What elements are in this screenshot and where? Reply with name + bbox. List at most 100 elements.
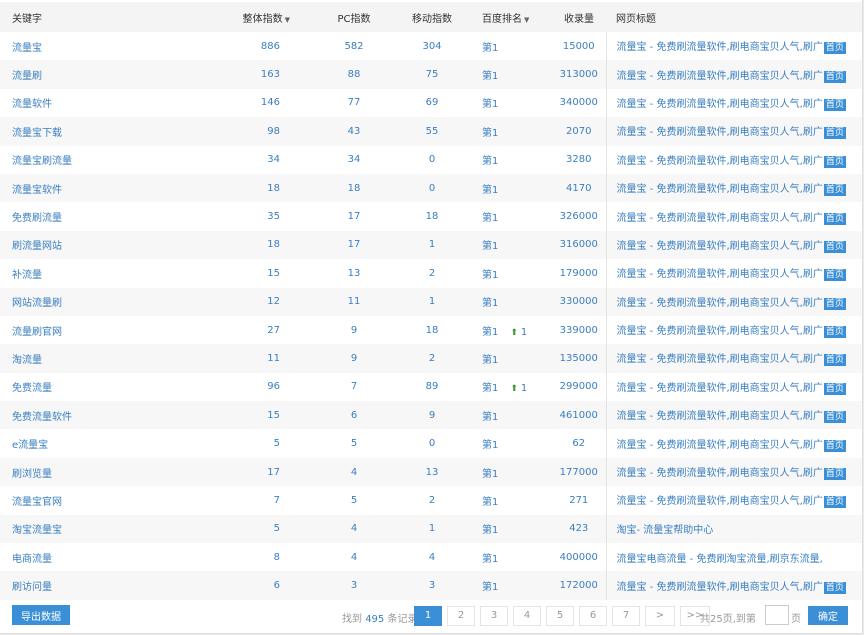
keyword-link[interactable]: 流量宝 — [0, 32, 200, 60]
baidu-rank: 第1 — [472, 146, 552, 174]
page-title-link[interactable]: 流量宝 - 免费刷流量软件,刷电商宝贝人气,刷广 首页 — [605, 315, 862, 345]
keyword-link-text[interactable]: 流量宝 — [12, 43, 42, 54]
sort-caret-icon[interactable]: ▼ — [524, 16, 529, 24]
page-title-link-text[interactable]: 流量宝 - 免费刷流量软件,刷电商宝贝人气,刷广 — [617, 71, 823, 82]
page-title-link[interactable]: 流量宝 - 免费刷流量软件,刷电商宝贝人气,刷广 首页 — [605, 287, 862, 316]
keyword-link[interactable]: 免费刷流量 — [0, 202, 200, 230]
keyword-link-text[interactable]: 网站流量刷 — [12, 298, 62, 309]
keyword-link-text[interactable]: 补流量 — [12, 270, 42, 281]
page-title-link[interactable]: 流量宝 - 免费刷流量软件,刷电商宝贝人气,刷广 首页 — [605, 259, 862, 288]
baidu-rank: 第1 — [472, 429, 552, 457]
sort-caret-icon[interactable]: ▼ — [285, 16, 290, 24]
keyword-link[interactable]: 流量宝软件 — [0, 173, 200, 203]
overall-index-text: 17 — [267, 466, 280, 478]
page-button-3[interactable]: 3 — [480, 606, 508, 626]
page-title-link-text[interactable]: 流量宝 - 免费刷流量软件,刷电商宝贝人气,刷广 — [617, 127, 823, 138]
page-title-link[interactable]: 流量宝 - 免费刷流量软件,刷电商宝贝人气,刷广 首页 — [605, 32, 862, 61]
keyword-link-text[interactable]: 刷流量网站 — [12, 241, 62, 252]
page-title-link[interactable]: 流量宝 - 免费刷流量软件,刷电商宝贝人气,刷广 首页 — [605, 401, 862, 430]
keyword-link-text[interactable]: 刷浏览量 — [12, 469, 52, 480]
keyword-link-text[interactable]: 流量刷官网 — [12, 327, 62, 338]
page-title-link-text[interactable]: 流量宝 - 免费刷流量软件,刷电商宝贝人气,刷广 — [617, 298, 823, 309]
keyword-link-text[interactable]: 淘宝流量宝 — [12, 525, 62, 536]
page-button-4[interactable]: 4 — [513, 606, 541, 626]
page-title-link-text[interactable]: 流量宝 - 免费刷流量软件,刷电商宝贝人气,刷广 — [617, 99, 823, 110]
page-title-link-text[interactable]: 流量宝 - 免费刷流量软件,刷电商宝贝人气,刷广 — [617, 326, 823, 337]
keyword-link[interactable]: 免费流量 — [0, 373, 200, 401]
keyword-link-text[interactable]: 流量宝软件 — [12, 185, 62, 196]
page-title-link[interactable]: 流量宝 - 免费刷流量软件,刷电商宝贝人气,刷广 首页 — [605, 429, 862, 458]
keyword-link[interactable]: 流量软件 — [0, 89, 200, 117]
page-title-link-text[interactable]: 流量宝 - 免费刷流量软件,刷电商宝贝人气,刷广 — [617, 582, 823, 593]
page-title-link-text[interactable]: 流量宝 - 免费刷流量软件,刷电商宝贝人气,刷广 — [617, 42, 823, 53]
keyword-link-text[interactable]: 流量刷 — [12, 71, 42, 82]
keyword-link-text[interactable]: 刷访问量 — [12, 582, 52, 593]
keyword-link[interactable]: 电商流量 — [0, 543, 200, 571]
keyword-link[interactable]: 刷浏览量 — [0, 457, 200, 487]
col-baidu-rank[interactable]: 百度排名 ▼ — [472, 2, 552, 32]
keyword-link[interactable]: 网站流量刷 — [0, 287, 200, 316]
keyword-link-text[interactable]: 淘流量 — [12, 355, 42, 366]
page-button-2[interactable]: 2 — [447, 606, 475, 626]
keyword-link-text[interactable]: 电商流量 — [12, 554, 52, 565]
page-title-link[interactable]: 流量宝 - 免费刷流量软件,刷电商宝贝人气,刷广 首页 — [605, 145, 862, 174]
page-button-7[interactable]: 7 — [612, 606, 640, 626]
page-title-link-text[interactable]: 流量宝 - 免费刷流量软件,刷电商宝贝人气,刷广 — [617, 496, 823, 507]
col-overall-index[interactable]: 整体指数 ▼ — [200, 2, 316, 32]
page-button-5[interactable]: 5 — [546, 606, 574, 626]
page-title-link-text[interactable]: 淘宝- 流量宝帮助中心 — [617, 525, 714, 536]
keyword-link[interactable]: 免费流量软件 — [0, 401, 200, 430]
page-title-link[interactable]: 流量宝 - 免费刷流量软件,刷电商宝贝人气,刷广 首页 — [605, 202, 862, 231]
page-title-link[interactable]: 流量宝 - 免费刷流量软件,刷电商宝贝人气,刷广 首页 — [605, 173, 862, 203]
confirm-button[interactable]: 确定 — [808, 606, 848, 625]
keyword-link-text[interactable]: 流量宝官网 — [12, 497, 62, 508]
page-title-link-text[interactable]: 流量宝 - 免费刷流量软件,刷电商宝贝人气,刷广 — [617, 468, 823, 479]
overall-index: 17 — [200, 457, 316, 487]
page-title-link-text[interactable]: 流量宝电商流量 - 免费刷淘宝流量,刷京东流量, — [617, 554, 823, 565]
keyword-link[interactable]: 补流量 — [0, 259, 200, 287]
keyword-link[interactable]: e流量宝 — [0, 429, 200, 457]
keyword-link[interactable]: 流量刷 — [0, 60, 200, 89]
next-page-button[interactable]: > — [645, 606, 675, 626]
page-title-link[interactable]: 流量宝 - 免费刷流量软件,刷电商宝贝人气,刷广 首页 — [605, 117, 862, 146]
page-title-link-text[interactable]: 流量宝 - 免费刷流量软件,刷电商宝贝人气,刷广 — [617, 184, 823, 195]
page-title-link[interactable]: 流量宝 - 免费刷流量软件,刷电商宝贝人气,刷广 首页 — [605, 372, 862, 402]
keyword-link[interactable]: 淘流量 — [0, 344, 200, 373]
keyword-link[interactable]: 刷流量网站 — [0, 230, 200, 260]
page-title-link-text[interactable]: 流量宝 - 免费刷流量软件,刷电商宝贝人气,刷广 — [617, 354, 823, 365]
export-data-button[interactable]: 导出数据 — [12, 605, 70, 625]
keyword-link-text[interactable]: 流量宝下载 — [12, 128, 62, 139]
page-title-link[interactable]: 流量宝 - 免费刷流量软件,刷电商宝贝人气,刷广 首页 — [605, 60, 862, 89]
keyword-link-text[interactable]: 流量宝刷流量 — [12, 156, 72, 167]
page-number-input[interactable] — [765, 605, 789, 625]
page-title-link-text[interactable]: 流量宝 - 免费刷流量软件,刷电商宝贝人气,刷广 — [617, 440, 823, 451]
keyword-link-text[interactable]: 流量软件 — [12, 99, 52, 110]
keyword-link-text[interactable]: 免费流量软件 — [12, 412, 72, 423]
page-title-link-text[interactable]: 流量宝 - 免费刷流量软件,刷电商宝贝人气,刷广 — [617, 241, 823, 252]
keyword-link[interactable]: 淘宝流量宝 — [0, 514, 200, 544]
page-title-link[interactable]: 流量宝 - 免费刷流量软件,刷电商宝贝人气,刷广 首页 — [605, 486, 862, 515]
page-title-link-text[interactable]: 流量宝 - 免费刷流量软件,刷电商宝贝人气,刷广 — [617, 383, 823, 394]
page-title-link[interactable]: 流量宝 - 免费刷流量软件,刷电商宝贝人气,刷广 首页 — [605, 344, 862, 373]
keyword-link[interactable]: 流量宝下载 — [0, 117, 200, 146]
page-title-link[interactable]: 流量宝 - 免费刷流量软件,刷电商宝贝人气,刷广 首页 — [605, 571, 862, 600]
page-title-link[interactable]: 淘宝- 流量宝帮助中心 — [605, 514, 862, 544]
page-title-link[interactable]: 流量宝 - 免费刷流量软件,刷电商宝贝人气,刷广 首页 — [605, 230, 862, 260]
page-title-link[interactable]: 流量宝 - 免费刷流量软件,刷电商宝贝人气,刷广 首页 — [605, 88, 862, 118]
keyword-link[interactable]: 流量刷官网 — [0, 316, 200, 344]
keyword-link-text[interactable]: 免费刷流量 — [12, 213, 62, 224]
page-title-link[interactable]: 流量宝电商流量 - 免费刷淘宝流量,刷京东流量, — [605, 543, 862, 572]
keyword-link[interactable]: 流量宝官网 — [0, 486, 200, 514]
keyword-link-text[interactable]: e流量宝 — [12, 440, 48, 451]
page-title-link[interactable]: 流量宝 - 免费刷流量软件,刷电商宝贝人气,刷广 首页 — [605, 457, 862, 487]
page-title-link-text[interactable]: 流量宝 - 免费刷流量软件,刷电商宝贝人气,刷广 — [617, 156, 823, 167]
page-button-6[interactable]: 6 — [579, 606, 607, 626]
page-button-1[interactable]: 1 — [414, 606, 442, 626]
page-title-link-text[interactable]: 流量宝 - 免费刷流量软件,刷电商宝贝人气,刷广 — [617, 269, 823, 280]
keyword-link-text[interactable]: 免费流量 — [12, 383, 52, 394]
pc-index: 4 — [316, 457, 392, 487]
page-title-link-text[interactable]: 流量宝 - 免费刷流量软件,刷电商宝贝人气,刷广 — [617, 213, 823, 224]
page-title-link-text[interactable]: 流量宝 - 免费刷流量软件,刷电商宝贝人气,刷广 — [617, 411, 823, 422]
keyword-link[interactable]: 流量宝刷流量 — [0, 146, 200, 174]
keyword-link[interactable]: 刷访问量 — [0, 571, 200, 600]
